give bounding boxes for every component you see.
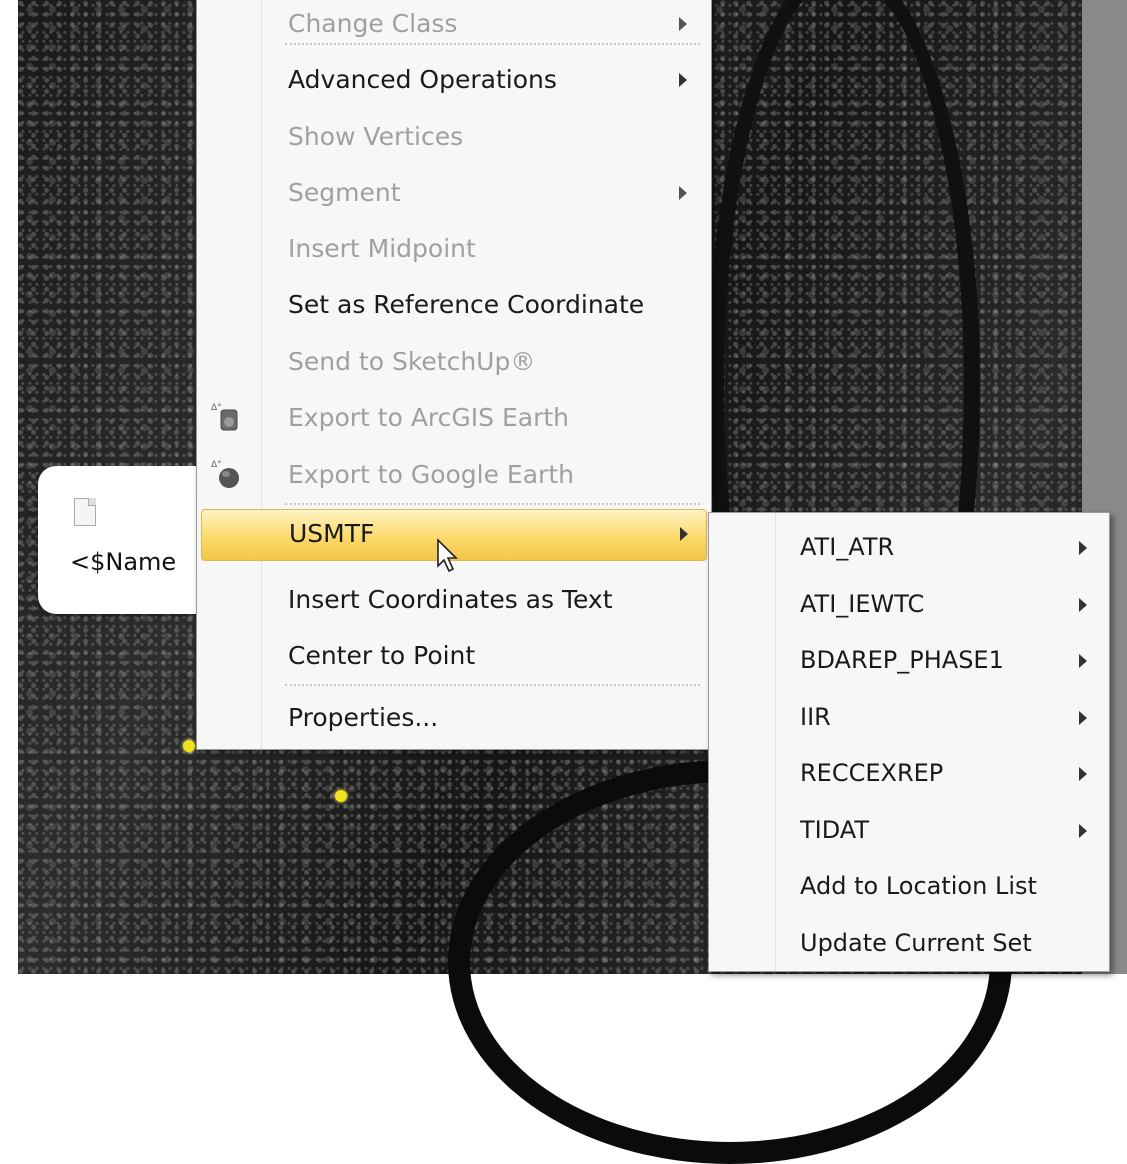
menu-item-label: Export to Google Earth: [288, 460, 574, 489]
submenu-item-reccexrep[interactable]: RECCEXREP: [709, 747, 1109, 803]
chevron-right-icon: [1079, 597, 1087, 612]
menu-separator: [285, 503, 700, 505]
google-earth-icon: Δ°: [211, 459, 241, 489]
menu-item-center-to-point[interactable]: Center to Point: [197, 629, 711, 685]
chevron-right-icon: [679, 73, 687, 87]
menu-item-label: Insert Coordinates as Text: [288, 585, 613, 614]
map-marker[interactable]: [335, 790, 347, 802]
chevron-right-icon: [1079, 710, 1087, 725]
menu-item-label: Properties...: [288, 703, 439, 732]
menu-item-label: Advanced Operations: [288, 65, 557, 94]
menu-item-insert-midpoint[interactable]: Insert Midpoint: [197, 222, 711, 278]
menu-item-label: Export to ArcGIS Earth: [288, 403, 570, 432]
menu-item-advanced-operations[interactable]: Advanced Operations: [197, 53, 711, 109]
map-marker[interactable]: [183, 740, 195, 752]
menu-item-insert-coordinates-as-text[interactable]: Insert Coordinates as Text: [197, 573, 711, 629]
chevron-right-icon: [680, 527, 688, 541]
menu-item-label: USMTF: [289, 519, 375, 548]
submenu-item-label: ATI_IEWTC: [800, 589, 925, 618]
usmtf-submenu: ATI_ATR ATI_IEWTC BDAREP_PHASE1 IIR RECCEXRE…: [708, 512, 1110, 972]
submenu-item-label: BDAREP_PHASE1: [800, 646, 1004, 674]
chevron-right-icon: [679, 17, 687, 31]
menu-item-label: Segment: [288, 178, 401, 207]
submenu-item-add-to-location-list[interactable]: Add to Location List: [709, 860, 1109, 916]
submenu-item-ati-iewtc[interactable]: ATI_IEWTC: [709, 578, 1109, 634]
chevron-right-icon: [1079, 654, 1087, 668]
menu-item-show-vertices[interactable]: Show Vertices: [197, 110, 711, 166]
chevron-right-icon: [1079, 767, 1087, 781]
menu-separator: [285, 684, 700, 686]
submenu-item-update-current-set[interactable]: Update Current Set: [709, 917, 1109, 973]
callout-name: <$Name: [70, 548, 177, 576]
arcgis-earth-icon: Δ°: [211, 402, 241, 432]
chevron-right-icon: [1079, 541, 1087, 555]
submenu-item-iir[interactable]: IIR: [709, 691, 1109, 747]
submenu-item-bdarep-phase1[interactable]: BDAREP_PHASE1: [709, 634, 1109, 690]
submenu-item-label: Add to Location List: [800, 872, 1037, 900]
menu-item-change-class[interactable]: Change Class: [197, 0, 711, 53]
menu-item-export-to-arcgis-earth[interactable]: Export to ArcGIS Earth Δ°: [197, 391, 711, 447]
menu-item-segment[interactable]: Segment: [197, 166, 711, 222]
submenu-item-ati-atr[interactable]: ATI_ATR: [709, 521, 1109, 577]
menu-item-label: Send to SketchUp®: [288, 347, 536, 376]
menu-item-properties[interactable]: Properties...: [197, 691, 711, 747]
document-icon: [74, 498, 96, 526]
context-menu: Change Class Advanced Operations Show Vert…: [196, 0, 712, 750]
submenu-item-label: ATI_ATR: [800, 533, 895, 561]
menu-separator: [285, 43, 700, 45]
svg-text:Δ°: Δ°: [211, 403, 222, 413]
submenu-item-tidat[interactable]: TIDAT: [709, 804, 1109, 860]
menu-item-label: Show Vertices: [288, 122, 464, 151]
menu-item-send-to-sketchup[interactable]: Send to SketchUp®: [197, 335, 711, 391]
menu-item-set-as-reference-coordinate[interactable]: Set as Reference Coordinate: [197, 278, 711, 334]
menu-item-label: Set as Reference Coordinate: [288, 290, 645, 319]
submenu-item-label: TIDAT: [800, 815, 870, 844]
menu-item-label: Insert Midpoint: [288, 234, 476, 263]
svg-text:Δ°: Δ°: [211, 460, 222, 470]
submenu-item-label: RECCEXREP: [800, 759, 944, 787]
chevron-right-icon: [679, 186, 687, 200]
submenu-item-label: Update Current Set: [800, 928, 1032, 957]
menu-item-export-to-google-earth[interactable]: Export to Google Earth Δ°: [197, 448, 711, 504]
submenu-item-label: IIR: [800, 702, 831, 731]
chevron-right-icon: [1079, 823, 1087, 838]
mouse-cursor-icon: [437, 538, 458, 573]
menu-item-label: Center to Point: [288, 641, 476, 670]
menu-item-label: Change Class: [288, 9, 458, 38]
